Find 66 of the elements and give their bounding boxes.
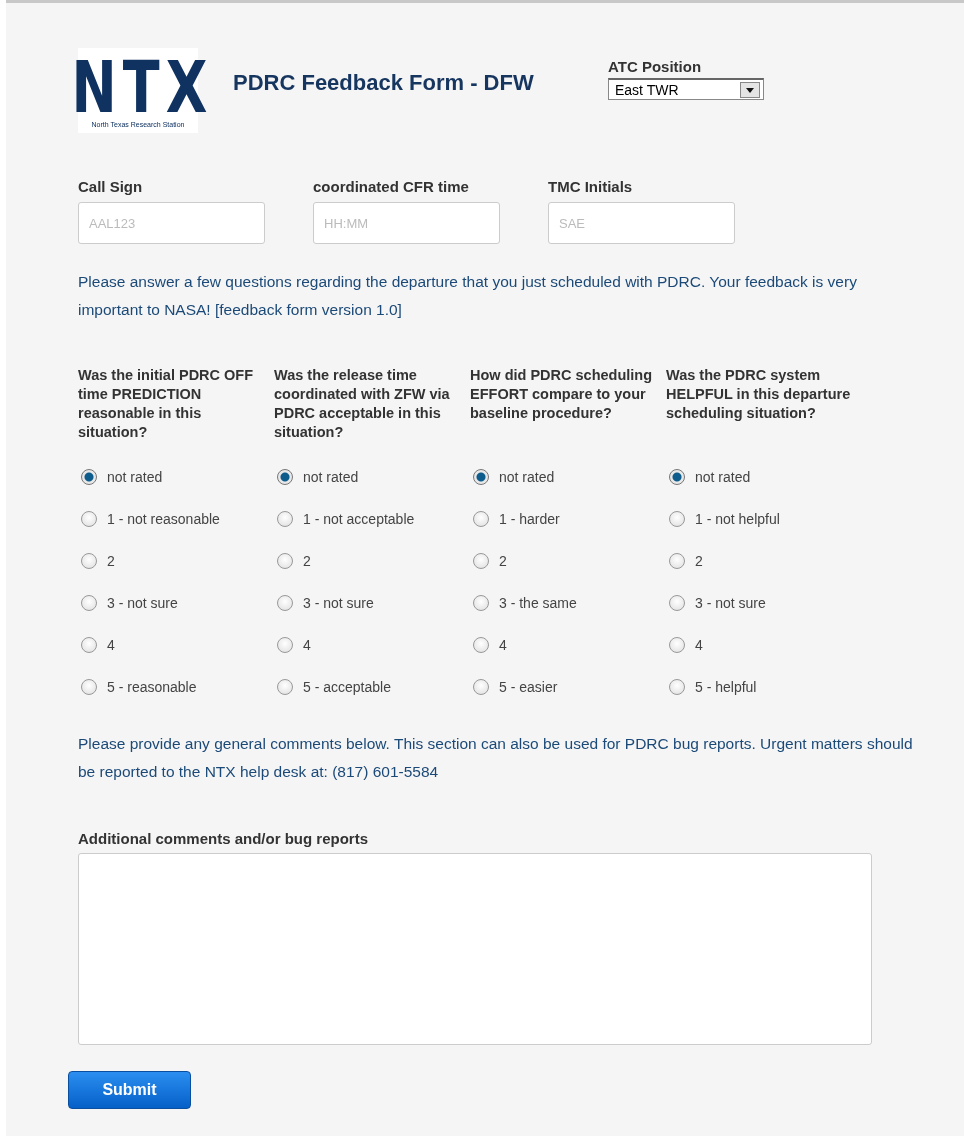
option-label: not rated <box>695 469 751 485</box>
option-label: 2 <box>107 553 115 569</box>
question-text: Was the release time coordinated with ZFW via PDRC acceptable in this situation? <box>274 366 451 442</box>
option-label: 5 - helpful <box>695 679 757 695</box>
question-text: Was the PDRC system HELPFUL in this departure scheduling situation? <box>666 366 852 423</box>
radio-button[interactable] <box>277 511 293 527</box>
question-text: How did PDRC scheduling EFFORT compare to your baseline procedure? <box>470 366 654 423</box>
option-label: not rated <box>499 469 555 485</box>
option-label: 4 <box>107 637 115 653</box>
radio-button[interactable] <box>473 511 489 527</box>
radio-button[interactable] <box>473 595 489 611</box>
radio-button[interactable] <box>473 553 489 569</box>
radio-button[interactable] <box>277 637 293 653</box>
radio-button[interactable] <box>669 469 685 485</box>
option-label: 3 - not sure <box>695 595 766 611</box>
radio-button[interactable] <box>473 637 489 653</box>
option-label: 5 - acceptable <box>303 679 391 695</box>
field-label: Additional comments and/or bug reports <box>78 830 369 847</box>
atc-position-dropdown[interactable]: East TWR <box>608 78 764 100</box>
field-label: Call Sign <box>78 178 144 195</box>
option-label: 4 <box>695 637 703 653</box>
option-label: 3 - the same <box>499 595 577 611</box>
question-text: Was the initial PDRC OFF time PREDICTION reasonable in this situation? <box>78 366 255 442</box>
radio-button[interactable] <box>81 637 97 653</box>
radio-button[interactable] <box>669 679 685 695</box>
radio-button[interactable] <box>81 595 97 611</box>
radio-button[interactable] <box>669 595 685 611</box>
radio-button[interactable] <box>277 595 293 611</box>
option-label: 2 <box>499 553 507 569</box>
submit-button[interactable]: Submit <box>68 1071 191 1109</box>
radio-button[interactable] <box>277 679 293 695</box>
radio-button[interactable] <box>669 511 685 527</box>
radio-button[interactable] <box>473 469 489 485</box>
field-label: TMC Initials <box>548 178 634 195</box>
option-label: 1 - not helpful <box>695 511 780 527</box>
option-label: 5 - reasonable <box>107 679 197 695</box>
radio-button[interactable] <box>81 469 97 485</box>
radio-button[interactable] <box>81 511 97 527</box>
option-label: 1 - harder <box>499 511 560 527</box>
field-label: ATC Position <box>608 58 703 75</box>
instructions-text: Please answer a few questions regarding the departure that you just scheduled with PDRC. Your feedback is very important to NASA! [feedback form version 1.0] <box>78 272 858 320</box>
option-label: 5 - easier <box>499 679 558 695</box>
field-label: coordinated CFR time <box>313 178 470 195</box>
radio-button[interactable] <box>669 553 685 569</box>
radio-button[interactable] <box>81 679 97 695</box>
comments-note: Please provide any general comments below. This section can also be used for PDRC bug reports. Urgent matters should be reported to the NTX help desk at: (817) 601-5584 <box>78 734 914 782</box>
option-label: 3 - not sure <box>303 595 374 611</box>
radio-button[interactable] <box>277 553 293 569</box>
option-label: 2 <box>303 553 311 569</box>
form-title: PDRC Feedback Form - DFW <box>233 70 535 96</box>
option-label: 1 - not reasonable <box>107 511 220 527</box>
option-label: 4 <box>303 637 311 653</box>
input-field[interactable]: SAE <box>548 202 735 244</box>
radio-button[interactable] <box>473 679 489 695</box>
radio-button[interactable] <box>277 469 293 485</box>
input-field[interactable]: AAL123 <box>78 202 265 244</box>
radio-button[interactable] <box>81 553 97 569</box>
option-label: 3 - not sure <box>107 595 178 611</box>
radio-button[interactable] <box>669 637 685 653</box>
logo-letters: NTX <box>71 56 213 118</box>
option-label: 4 <box>499 637 507 653</box>
option-label: 2 <box>695 553 703 569</box>
option-label: 1 - not acceptable <box>303 511 415 527</box>
option-label: not rated <box>303 469 359 485</box>
input-field[interactable]: HH:MM <box>313 202 500 244</box>
option-label: not rated <box>107 469 163 485</box>
